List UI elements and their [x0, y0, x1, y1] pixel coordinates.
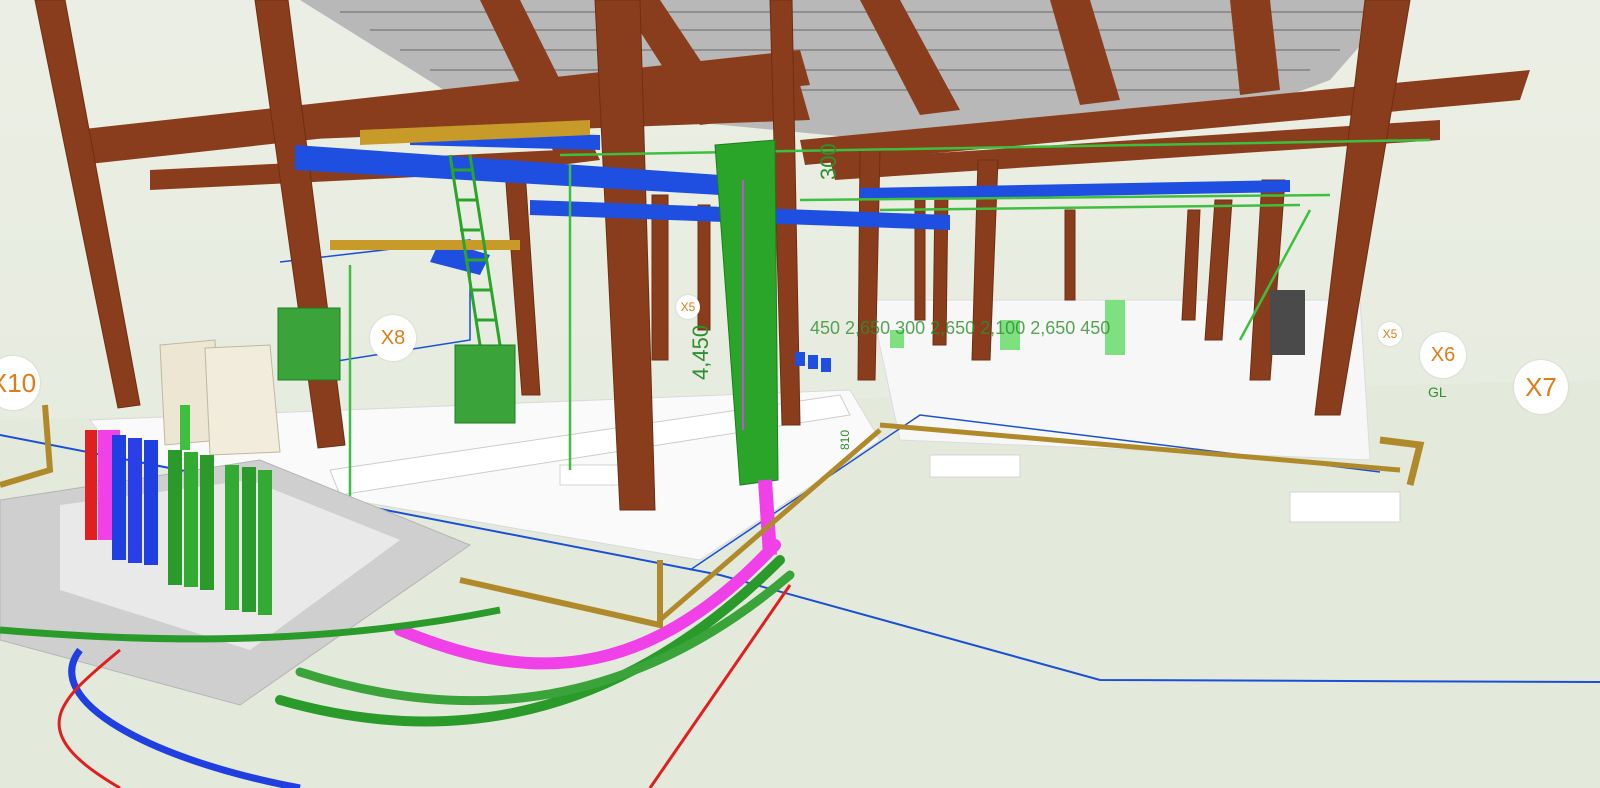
level-label-gl: GL	[1428, 384, 1447, 400]
grid-bubble-x5-left: X5	[676, 295, 700, 319]
equipment-cabinets	[159, 339, 281, 456]
bim-3d-viewport[interactable]: X10 X8 X5 X6 X7 X5 4,450 300 810 450 2,6…	[0, 0, 1600, 788]
grid-bubble-x7: X7	[1514, 360, 1568, 414]
electrical-panel	[454, 344, 516, 424]
dimension-riser-height: 4,450	[688, 324, 713, 380]
grid-bubble-x5-right: X5	[1378, 322, 1402, 346]
dimension-row: 450 2,650 300 2,650 2,100 2,650 450	[810, 318, 1111, 338]
dimension-side: 810	[838, 429, 852, 450]
footing-block	[1289, 491, 1401, 523]
footing-block	[929, 454, 1021, 478]
pump-units	[795, 352, 831, 372]
tank-unit	[1270, 290, 1305, 355]
bim-model-scene[interactable]	[0, 0, 1600, 788]
electrical-panel	[277, 307, 341, 381]
dimension-upper-height: 300	[816, 143, 841, 180]
grid-bubble-x6: X6	[1420, 332, 1466, 378]
grid-bubble-x8: X8	[370, 315, 416, 361]
